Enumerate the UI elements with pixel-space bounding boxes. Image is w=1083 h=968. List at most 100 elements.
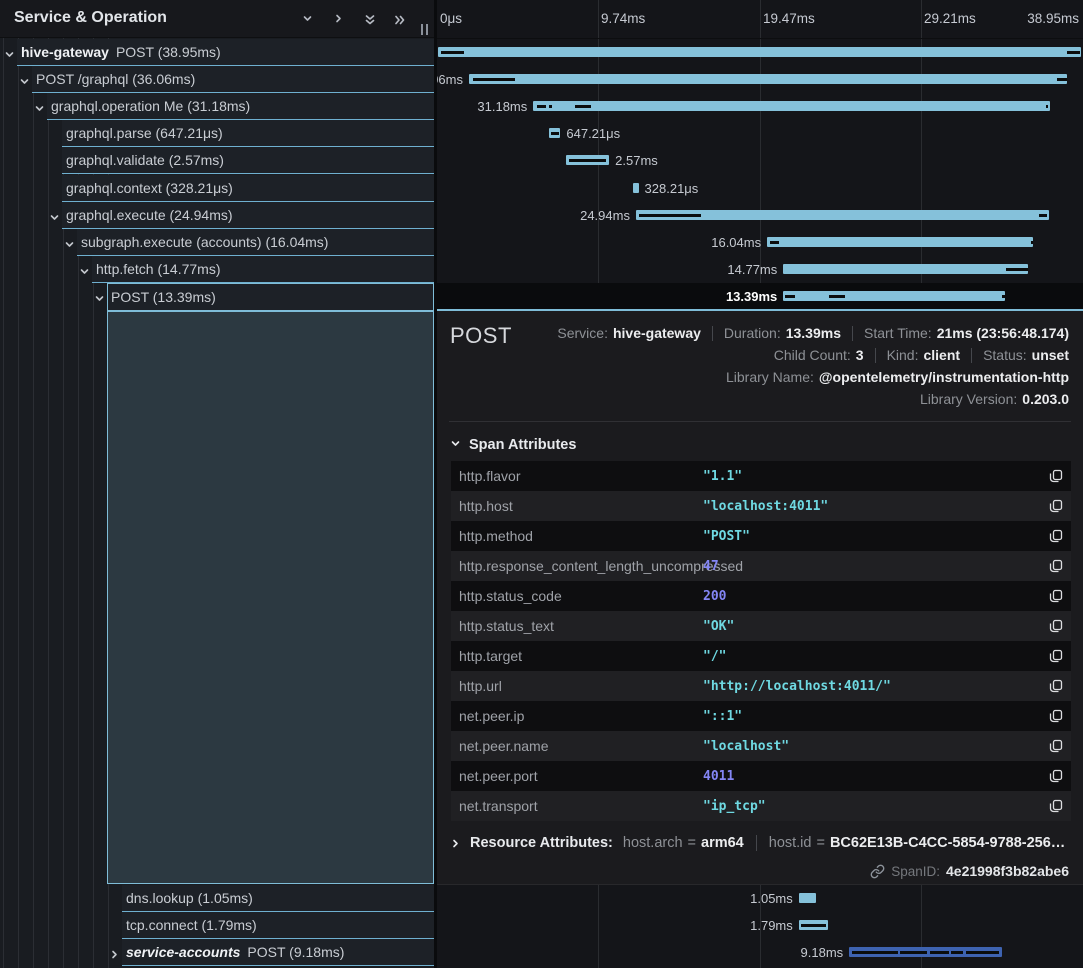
span-tree-row[interactable]: graphql.operation Me (31.18ms) [47,93,434,120]
timeline-row[interactable]: 9.18ms [437,939,1083,966]
span-bar[interactable] [783,291,1005,301]
span-bar[interactable] [469,74,1067,84]
chevron-down-icon[interactable] [49,210,60,221]
chevron-right-icon[interactable] [109,947,120,958]
span-tree-row[interactable]: dns.lookup (1.05ms) [122,885,434,912]
chevron-down-icon[interactable] [64,237,75,248]
span-duration-label: 16.04ms [711,235,761,250]
timeline-tick-label: 19.47ms [763,11,815,26]
collapse-all-icon[interactable] [363,13,379,27]
timeline-row[interactable]: 24.94ms [437,202,1083,229]
span-bar[interactable] [783,264,1028,274]
copy-icon[interactable] [1049,529,1063,543]
timeline-row[interactable]: 16.04ms [437,229,1083,256]
span-tree-row[interactable]: graphql.validate (2.57ms) [62,147,434,174]
service-name: service-accounts [126,944,240,960]
service-name: hive-gateway [21,44,109,60]
operation-name: graphql.parse (647.21μs) [66,125,223,141]
copy-icon[interactable] [1049,559,1063,573]
chevron-down-icon[interactable] [34,101,45,112]
timeline-ruler: 0μs9.74ms19.47ms29.21ms38.95ms [437,0,1083,38]
span-duration-label: 36.06ms [437,72,463,87]
timeline-row[interactable]: 14.77ms [437,256,1083,283]
expand-all-icon[interactable] [393,13,409,27]
attribute-row: http.host"localhost:4011" [451,491,1071,521]
copy-icon[interactable] [1049,499,1063,513]
copy-icon[interactable] [1049,619,1063,633]
panel-title: Service & Operation [14,9,167,27]
attribute-row: net.peer.name"localhost" [451,731,1071,761]
child-span-marker [1002,295,1005,298]
panel-resize-grip[interactable] [421,24,429,35]
chevron-down-icon[interactable] [79,264,90,275]
span-bar[interactable] [633,183,639,193]
span-duration-label: 1.05ms [750,891,793,906]
link-icon[interactable] [870,864,885,879]
span-duration-label: 1.79ms [750,918,793,933]
operation-name: POST /graphql (36.06ms) [36,71,195,87]
expand-one-icon[interactable] [333,13,349,27]
attribute-value: "POST" [703,529,750,544]
span-tree-row[interactable]: subgraph.execute (accounts) (16.04ms) [77,229,434,256]
span-duration-label: 14.77ms [727,262,777,277]
overview-value: 21ms (23:56:48.174) [937,325,1069,341]
copy-icon[interactable] [1049,799,1063,813]
timeline-row[interactable]: 1.79ms [437,912,1083,939]
overview-label: Library Version: [920,391,1017,407]
attribute-value: "http://localhost:4011/" [703,679,891,694]
operation-name: graphql.validate (2.57ms) [66,152,224,168]
span-tree-row[interactable]: graphql.parse (647.21μs) [62,120,434,147]
timeline-row[interactable]: 31.18ms [437,93,1083,120]
copy-icon[interactable] [1049,679,1063,693]
timeline-row[interactable]: 2.57ms [437,147,1083,174]
chevron-down-icon[interactable] [19,74,30,85]
operation-name: POST (38.95ms) [116,44,221,60]
span-tree-row[interactable]: hive-gateway POST (38.95ms) [17,39,434,66]
collapse-one-icon[interactable] [302,13,318,27]
span-duration-label: 24.94ms [580,208,630,223]
span-bar[interactable] [767,237,1033,247]
chevron-down-icon[interactable] [94,291,105,302]
span-attributes-toggle[interactable]: Span Attributes [450,437,576,453]
resource-equals: = [688,835,696,851]
timeline-row[interactable]: 13.39ms [437,283,1083,309]
chevron-down-icon[interactable] [4,47,15,58]
child-span-marker [639,214,701,217]
copy-icon[interactable] [1049,709,1063,723]
timeline-row[interactable]: 36.06ms [437,66,1083,93]
operation-name: dns.lookup (1.05ms) [126,890,253,906]
span-tree-row[interactable]: POST /graphql (36.06ms) [32,66,434,93]
overview-value: hive-gateway [613,325,701,341]
span-tree-row[interactable]: http.fetch (14.77ms) [92,256,434,283]
overview-value: 0.203.0 [1022,391,1069,407]
copy-icon[interactable] [1049,469,1063,483]
span-tree-row[interactable]: service-accountsPOST (9.18ms) [122,939,434,966]
attribute-value: "::1" [703,709,742,724]
span-tree-row[interactable]: graphql.context (328.21μs) [62,175,434,202]
timeline-row[interactable] [437,39,1083,66]
overview-label: Library Name: [726,369,814,385]
span-detail-panel: POST Service:hive-gatewayDuration:13.39m… [437,309,1083,885]
copy-icon[interactable] [1049,589,1063,603]
attribute-row: http.status_code200 [451,581,1071,611]
timeline-row[interactable]: 328.21μs [437,175,1083,202]
overview-value: @opentelemetry/instrumentation-http [819,369,1069,385]
span-tree-row[interactable]: tcp.connect (1.79ms) [122,912,434,939]
timeline-row[interactable]: 1.05ms [437,885,1083,912]
attribute-row: http.status_text"OK" [451,611,1071,641]
copy-icon[interactable] [1049,769,1063,783]
span-tree-row[interactable]: POST (13.39ms) [107,283,434,310]
timeline-row[interactable]: 647.21μs [437,120,1083,147]
resource-separator [756,835,757,851]
span-bar[interactable] [438,47,1081,57]
span-tree-row[interactable]: graphql.execute (24.94ms) [62,202,434,229]
copy-icon[interactable] [1049,739,1063,753]
attribute-row: http.response_content_length_uncompresse… [451,551,1071,581]
span-bar[interactable] [533,101,1050,111]
span-bar[interactable] [799,893,816,903]
timeline-rows-bottom: 1.05ms 1.79ms 9.18ms [437,885,1083,968]
copy-icon[interactable] [1049,649,1063,663]
chevron-right-icon [450,838,461,849]
span-tree-panel: hive-gateway POST (38.95ms) POST /graphql … [0,0,434,968]
resource-attributes-row[interactable]: Resource Attributes:host.arch=arm64host.… [450,835,1065,851]
